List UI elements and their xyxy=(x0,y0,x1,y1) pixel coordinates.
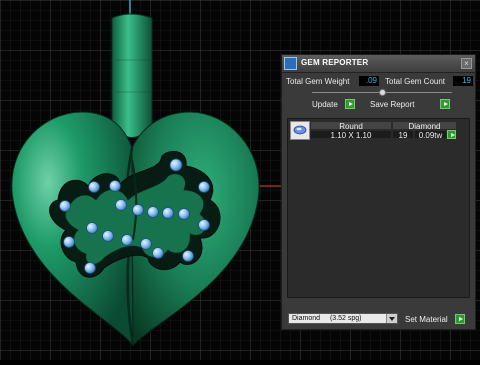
gem-stone[interactable] xyxy=(86,222,98,234)
logo-icon xyxy=(284,57,297,70)
gem-stone[interactable] xyxy=(140,238,152,250)
total-gem-weight-value: .09 xyxy=(359,76,379,86)
save-report-button[interactable]: Save Report xyxy=(370,100,414,109)
gem-stone[interactable] xyxy=(84,262,96,274)
gem-weight-cell: 0.09tw xyxy=(414,130,447,140)
gem-material-cell: Diamond xyxy=(392,121,457,131)
gem-stone[interactable] xyxy=(109,180,121,192)
gem-reporter-panel: GEM REPORTER × Total Gem Weight .09 Tota… xyxy=(281,54,476,330)
save-report-go-icon[interactable] xyxy=(440,99,450,109)
gem-size-cell: 1.10 X 1.10 xyxy=(310,130,392,140)
material-spg: (3.52 spg) xyxy=(329,315,362,322)
gem-stone[interactable] xyxy=(182,250,194,262)
gem-stone[interactable] xyxy=(115,199,127,211)
set-material-button[interactable]: Set Material xyxy=(405,315,448,324)
gem-stone[interactable] xyxy=(152,247,164,259)
update-button[interactable]: Update xyxy=(312,100,338,109)
gem-list[interactable]: Round Diamond 1.10 X 1.10 19 0.09tw xyxy=(287,118,470,298)
gem-stone[interactable] xyxy=(88,181,100,193)
gem-stone[interactable] xyxy=(178,208,190,220)
gem-stone[interactable] xyxy=(63,236,75,248)
gem-stone[interactable] xyxy=(59,200,71,212)
total-gem-count-label: Total Gem Count xyxy=(385,77,446,86)
material-select[interactable]: Diamond (3.52 spg) xyxy=(288,313,398,324)
set-material-go-icon[interactable] xyxy=(455,314,465,324)
gem-count-cell: 19 xyxy=(392,130,414,140)
gem-stone[interactable] xyxy=(132,204,144,216)
slider-knob[interactable] xyxy=(378,89,386,96)
gem-stone[interactable] xyxy=(162,207,174,219)
panel-titlebar[interactable]: GEM REPORTER × xyxy=(282,55,475,73)
gem-row-go-icon[interactable] xyxy=(447,130,456,139)
total-gem-count-value: 19 xyxy=(453,76,473,86)
gem-stone[interactable] xyxy=(169,158,183,172)
gem-stone[interactable] xyxy=(198,219,210,231)
gem-stone[interactable] xyxy=(102,230,114,242)
gem-row[interactable]: Round Diamond 1.10 X 1.10 19 0.09tw xyxy=(289,120,459,141)
round-gem-icon xyxy=(290,121,310,140)
gem-stone[interactable] xyxy=(121,234,133,246)
gem-stone[interactable] xyxy=(198,181,210,193)
close-icon[interactable]: × xyxy=(461,58,472,69)
update-go-icon[interactable] xyxy=(345,99,355,109)
gem-stone[interactable] xyxy=(147,206,159,218)
dropdown-chevron-icon[interactable] xyxy=(386,314,397,323)
material-selected: Diamond xyxy=(292,315,321,322)
pendant-bail[interactable] xyxy=(111,13,153,138)
display-slider-track[interactable] xyxy=(312,89,452,96)
gem-shape-cell: Round xyxy=(310,121,392,131)
panel-title: GEM REPORTER xyxy=(301,58,369,67)
total-gem-weight-label: Total Gem Weight xyxy=(286,77,350,86)
